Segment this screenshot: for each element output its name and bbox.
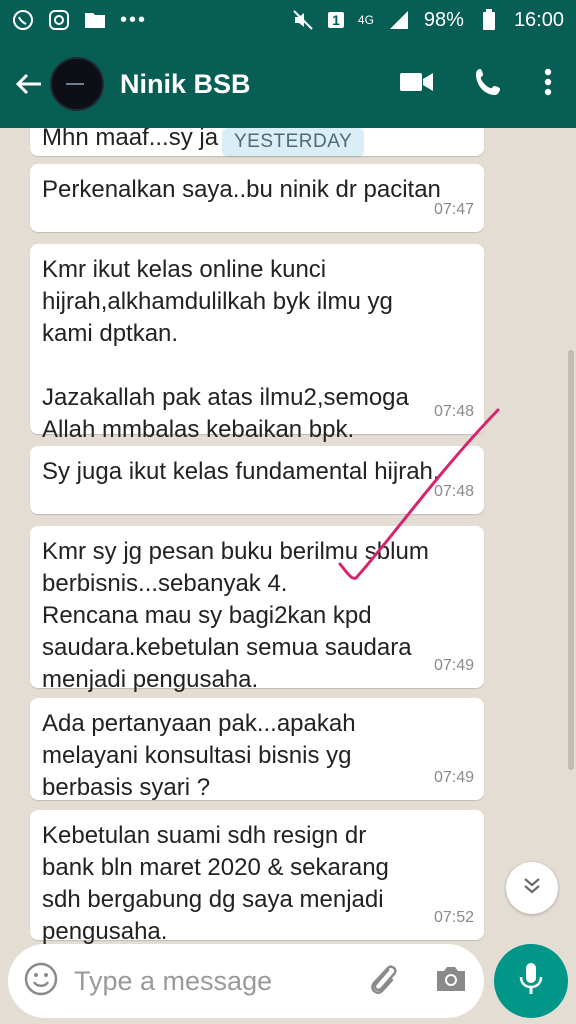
whatsapp-icon — [12, 9, 34, 31]
chevron-double-down-icon — [521, 875, 543, 902]
emoji-icon[interactable] — [24, 962, 58, 1001]
message-input[interactable]: Type a message — [74, 966, 368, 997]
scroll-to-bottom-button[interactable] — [506, 862, 558, 914]
message-text: Kmr ikut kelas online kunci hijrah,alkha… — [42, 256, 409, 443]
more-vert-icon[interactable] — [544, 68, 552, 101]
message-time: 07:47 — [433, 201, 474, 218]
message-time: 07:52 — [433, 909, 474, 926]
clock: 16:00 — [513, 8, 564, 31]
scrollbar[interactable] — [568, 350, 574, 770]
chat-header: Ninik BSB — [0, 40, 576, 128]
message-bubble[interactable]: Kmr ikut kelas online kunci hijrah,alkha… — [30, 244, 484, 443]
battery-icon — [478, 9, 500, 31]
signal-icon — [388, 9, 410, 31]
voice-message-button[interactable] — [494, 944, 568, 1018]
more-notifications: ••• — [120, 8, 148, 31]
message-text: Kmr sy jg pesan buku berilmu sblum berbi… — [42, 538, 429, 693]
attach-icon[interactable] — [368, 962, 398, 1001]
message-list[interactable]: Mhn maaf...sy ja YESTERDAY Perkenalkan s… — [0, 128, 576, 944]
message-composer: Type a message — [8, 944, 484, 1018]
mic-icon — [518, 961, 544, 1002]
message-bubble[interactable]: Sy juga ikut kelas fundamental hijrah. 0… — [30, 446, 484, 514]
message-time: 07:48 — [433, 403, 474, 420]
mute-icon — [292, 9, 314, 31]
message-text: Kebetulan suami sdh resign dr bank bln m… — [42, 822, 389, 944]
message-bubble[interactable]: Ada pertanyaan pak...apakah melayani kon… — [30, 698, 484, 801]
message-time: 07:49 — [433, 657, 474, 674]
message-text: Perkenalkan saya..bu ninik dr pacitan — [42, 176, 441, 203]
message-text: Sy juga ikut kelas fundamental hijrah. — [42, 458, 440, 485]
message-time: 07:48 — [433, 483, 474, 500]
message-text: Ada pertanyaan pak...apakah melayani kon… — [42, 710, 356, 801]
date-chip: YESTERDAY — [222, 128, 365, 156]
sim-indicator: 1 — [328, 12, 344, 28]
battery-percent: 98% — [423, 8, 464, 31]
instagram-icon — [48, 9, 70, 31]
avatar[interactable] — [50, 57, 104, 111]
message-bubble[interactable]: Perkenalkan saya..bu ninik dr pacitan 07… — [30, 164, 484, 232]
message-bubble[interactable]: Kmr sy jg pesan buku berilmu sblum berbi… — [30, 526, 484, 693]
status-bar: ••• 1 4G 98% 16:00 — [0, 0, 576, 40]
camera-icon[interactable] — [434, 964, 468, 999]
video-call-icon[interactable] — [400, 71, 434, 98]
message-time: 07:49 — [433, 769, 474, 786]
folder-icon — [84, 9, 106, 31]
back-arrow-icon[interactable] — [14, 69, 44, 99]
phone-call-icon[interactable] — [474, 67, 504, 102]
message-bubble[interactable]: Kebetulan suami sdh resign dr bank bln m… — [30, 810, 484, 944]
contact-name[interactable]: Ninik BSB — [120, 69, 400, 100]
network-type: 4G — [357, 13, 374, 27]
